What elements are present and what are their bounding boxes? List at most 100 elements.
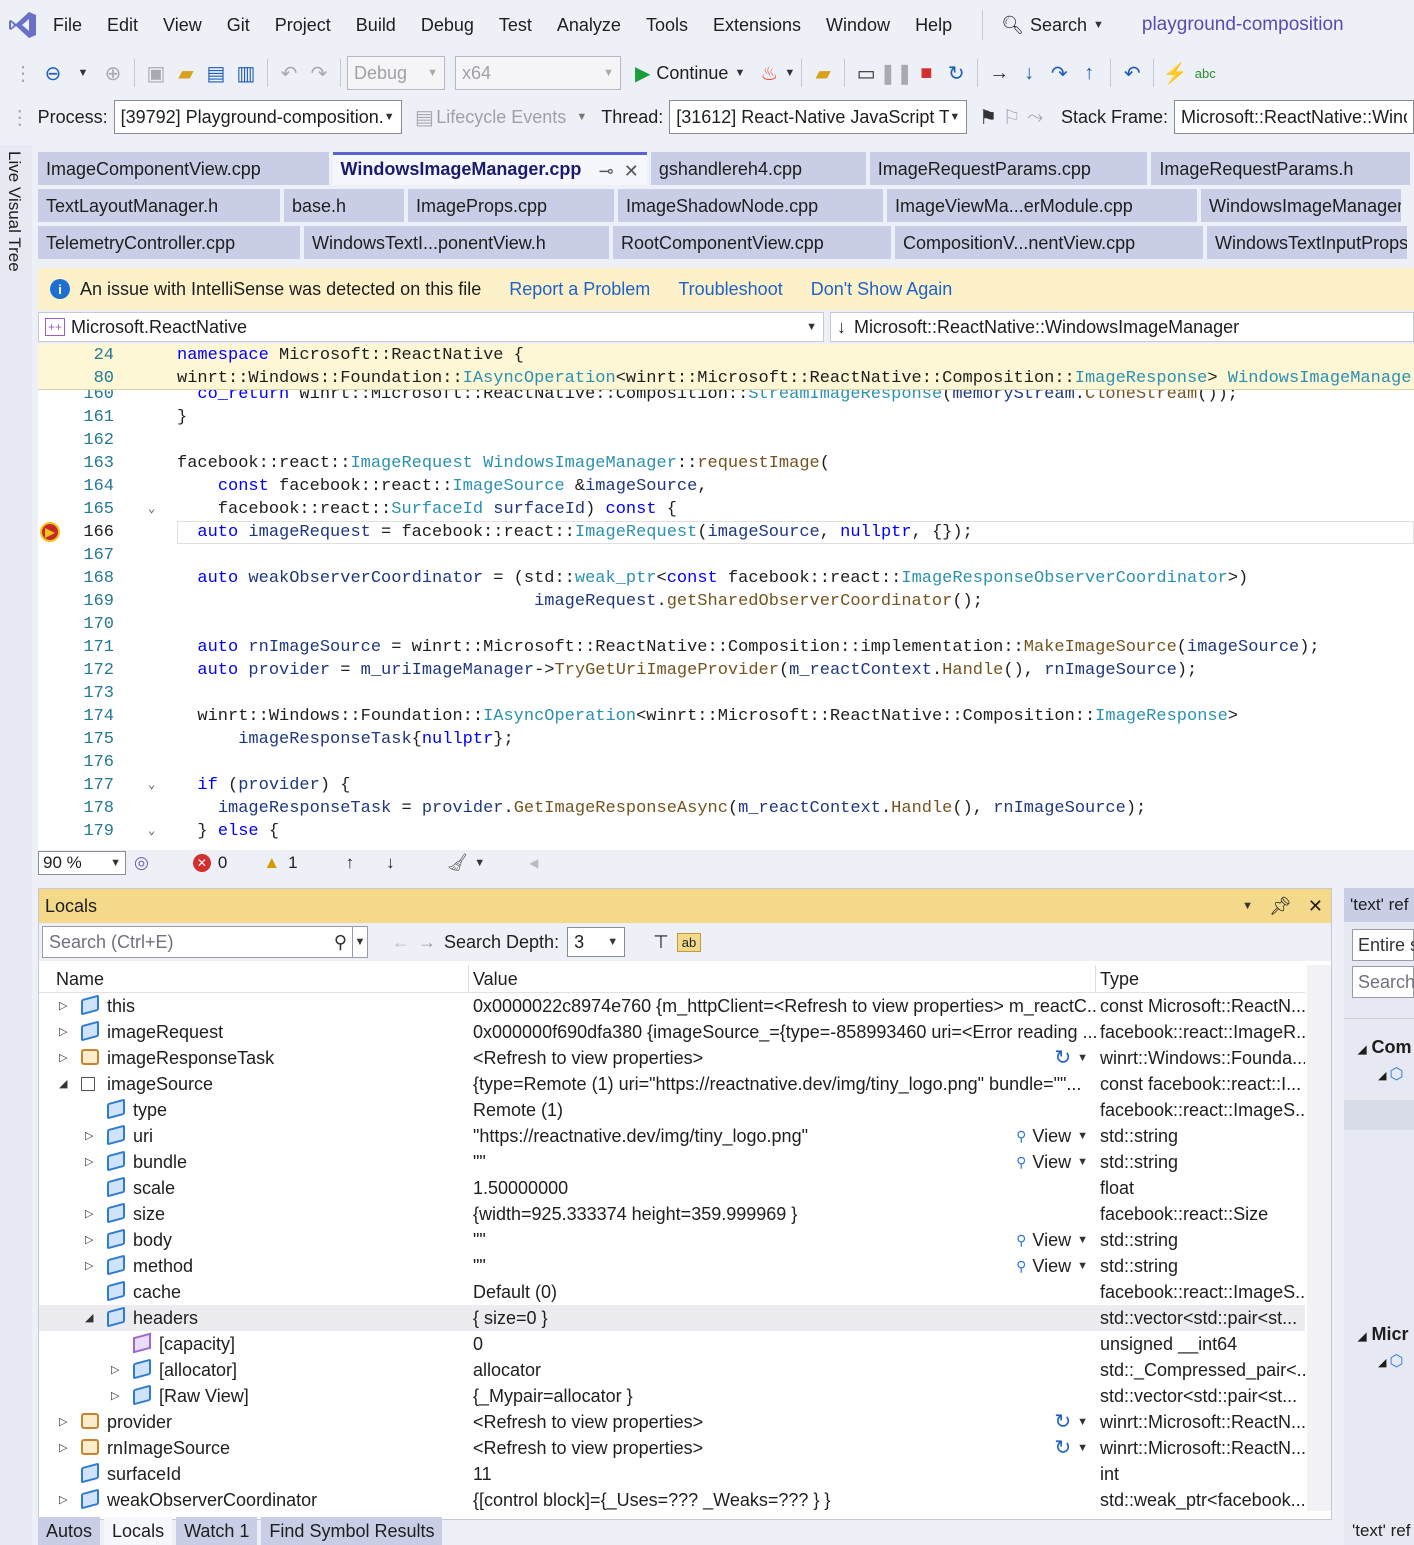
code-line[interactable]: 170 — [38, 613, 1414, 636]
locals-row[interactable]: ▷ imageRequest 0x000000f690dfa380 {imageSo… — [39, 1019, 1305, 1045]
menu-item-tools[interactable]: Tools — [639, 15, 706, 36]
menu-item-git[interactable]: Git — [220, 15, 268, 36]
sticky-line[interactable]: 24 namespace Microsoft::ReactNative { — [38, 344, 1414, 367]
spell-check-icon[interactable]: abc — [1191, 57, 1219, 89]
references-scope-select[interactable]: Entire s — [1352, 929, 1414, 961]
chevron-down-icon[interactable]: ▼ — [474, 857, 485, 869]
open-folder-icon[interactable]: ▰ — [172, 57, 200, 89]
redo-icon[interactable]: ↷ — [305, 57, 333, 89]
locals-row[interactable]: ▷ [Raw View] {_Mypair=allocator } std::vect… — [39, 1383, 1305, 1409]
continue-button[interactable]: ▶ Continue ▼ — [635, 61, 745, 86]
refresh-control[interactable]: ↻ ▼ — [1048, 1045, 1088, 1071]
view-visualizer-button[interactable]: View — [1032, 1253, 1071, 1279]
locals-value-cell[interactable]: 0x0000022c8974e760 {m_httpClient=<Refres… — [469, 993, 1096, 1019]
previous-issue-icon[interactable]: ↑ — [346, 853, 355, 873]
locals-row[interactable]: ▷ bundle "" ⚲ View ▼ std::string — [39, 1149, 1305, 1175]
code-line[interactable]: 171 auto rnImageSource = winrt::Microsof… — [38, 636, 1414, 659]
locals-row[interactable]: ▷ imageResponseTask <Refresh to view prope… — [39, 1045, 1305, 1071]
locals-row[interactable]: surfaceId 11 int — [39, 1461, 1305, 1487]
code-line[interactable]: 165 ⌄ facebook::react::SurfaceId surfaceI… — [38, 498, 1414, 521]
close-tab-icon[interactable]: ✕ — [624, 161, 639, 182]
code-line[interactable]: 174 winrt::Windows::Foundation::IAsyncOp… — [38, 705, 1414, 728]
expand-icon[interactable]: ▷ — [85, 1149, 93, 1175]
document-tab[interactable]: RootComponentView.cpp — [613, 226, 891, 259]
locals-row[interactable]: type Remote (1) facebook::react::ImageS... — [39, 1097, 1305, 1123]
expand-icon[interactable]: ▷ — [59, 1019, 67, 1045]
code-line[interactable]: 172 auto provider = m_uriImageManager->T… — [38, 659, 1414, 682]
code-line[interactable]: 177 ⌄ if (provider) { — [38, 774, 1414, 797]
flag-threads-icon[interactable]: ⚐ — [1001, 101, 1023, 133]
view-visualizer[interactable]: ⚲ View ▼ — [1010, 1227, 1088, 1253]
locals-value-cell[interactable]: Default (0) — [469, 1279, 1096, 1305]
zoom-select[interactable]: 90 % ▼ — [38, 851, 126, 875]
code-line[interactable]: 164 const facebook::react::ImageSource &… — [38, 475, 1414, 498]
step-over-icon[interactable]: ↷ — [1045, 57, 1073, 89]
dropdown-arrow-icon[interactable]: ▼ — [69, 57, 97, 89]
chevron-down-icon[interactable]: ▼ — [1077, 1123, 1088, 1149]
view-visualizer[interactable]: ⚲ View ▼ — [1010, 1123, 1088, 1149]
lifecycle-events-label[interactable]: Lifecycle Events — [436, 107, 566, 128]
troubleshoot-link[interactable]: Troubleshoot — [678, 279, 782, 300]
references-bottom-tab[interactable]: 'text' ref — [1352, 1521, 1410, 1541]
locals-value-cell[interactable]: <Refresh to view properties> ↻ ▼ — [469, 1409, 1096, 1435]
refresh-control[interactable]: ↻ ▼ — [1048, 1409, 1088, 1435]
locals-row[interactable]: ▷ uri "https://reactnative.dev/img/tiny_lo… — [39, 1123, 1305, 1149]
document-tab[interactable]: base.h — [284, 189, 404, 222]
step-out-icon[interactable]: ↑ — [1075, 57, 1103, 89]
stop-icon[interactable]: ■ — [912, 57, 940, 89]
references-item[interactable]: ◢ ⬡ — [1344, 1064, 1414, 1084]
menu-item-test[interactable]: Test — [492, 15, 550, 36]
refresh-control[interactable]: ↻ ▼ — [1048, 1435, 1088, 1461]
scroll-left-icon[interactable]: ◀ — [529, 856, 538, 870]
selected-reference-row[interactable] — [1344, 1100, 1414, 1130]
locals-row[interactable]: ▷ weakObserverCoordinator {[control block]… — [39, 1487, 1305, 1513]
refresh-icon[interactable]: ↻ — [1054, 1409, 1071, 1435]
references-group[interactable]: ◢ Micr — [1344, 1324, 1414, 1345]
references-title[interactable]: 'text' ref — [1344, 888, 1414, 922]
chevron-down-icon[interactable]: ▼ — [576, 111, 587, 123]
document-tab[interactable]: WindowsTextInputProps. — [1207, 226, 1407, 259]
close-icon[interactable]: ✕ — [1308, 896, 1323, 917]
step-into-icon[interactable]: ↓ — [1015, 57, 1043, 89]
expand-icon[interactable]: ▷ — [59, 1409, 67, 1435]
member-scope-select[interactable]: ↓ Microsoft::ReactNative::WindowsImageMa… — [830, 312, 1414, 342]
tool-tab-watch-1[interactable]: Watch 1 — [176, 1517, 258, 1545]
search-button[interactable]: 🔍︎ Search ▼ — [995, 15, 1122, 36]
pause-icon[interactable]: ❚❚ — [879, 57, 913, 89]
code-line[interactable]: 162 — [38, 429, 1414, 452]
chevron-down-icon[interactable]: ▼ — [1077, 1227, 1088, 1253]
document-tab[interactable]: ImageViewMa...erModule.cpp — [887, 189, 1197, 222]
references-search-input[interactable]: Search — [1352, 966, 1414, 998]
locals-row[interactable]: ▷ this 0x0000022c8974e760 {m_httpClient=<R… — [39, 993, 1305, 1019]
pin-view-icon[interactable]: ⊤ — [653, 932, 669, 953]
tool-tab-locals[interactable]: Locals — [104, 1517, 173, 1545]
tool-tab-find-symbol-results[interactable]: Find Symbol Results — [261, 1517, 443, 1545]
code-line[interactable]: 176 — [38, 751, 1414, 774]
expand-icon[interactable]: ▷ — [85, 1201, 93, 1227]
document-tab[interactable]: CompositionV...nentView.cpp — [895, 226, 1203, 259]
code-line[interactable]: 178 imageResponseTask = provider.GetImag… — [38, 797, 1414, 820]
fold-toggle-icon[interactable]: ⌄ — [148, 498, 155, 521]
locals-value-cell[interactable]: "" ⚲ View ▼ — [469, 1227, 1096, 1253]
code-line[interactable]: 168 auto weakObserverCoordinator = (std:… — [38, 567, 1414, 590]
process-select[interactable]: [39792] Playground-composition. ▼ — [113, 100, 402, 134]
document-tab[interactable]: WindowsImageManager. — [1201, 189, 1401, 222]
chevron-down-icon[interactable]: ▼ — [1077, 1253, 1088, 1279]
locals-value-cell[interactable]: {[control block]={_Uses=??? _Weaks=??? }… — [469, 1487, 1096, 1513]
document-tab[interactable]: ImageProps.cpp — [408, 189, 614, 222]
menu-item-build[interactable]: Build — [349, 15, 414, 36]
view-visualizer-button[interactable]: View — [1032, 1123, 1071, 1149]
search-options-icon[interactable]: ▼ — [352, 926, 368, 958]
live-visual-tree-tab[interactable]: Live Visual Tree — [0, 145, 32, 1545]
hot-reload-icon[interactable]: ♨ — [755, 57, 783, 89]
code-line[interactable]: 167 — [38, 544, 1414, 567]
undo-icon[interactable]: ↶ — [275, 57, 303, 89]
restart-icon[interactable]: ↻ — [942, 57, 970, 89]
configuration-select[interactable]: Debug ▼ — [347, 56, 445, 90]
locals-value-cell[interactable]: <Refresh to view properties> ↻ ▼ — [469, 1045, 1096, 1071]
collapse-icon[interactable]: ◢ — [85, 1305, 93, 1331]
menu-item-file[interactable]: File — [46, 15, 100, 36]
thread-select[interactable]: [31612] React-Native JavaScript Th ▼ — [669, 100, 968, 134]
type-column-header[interactable]: Type — [1096, 965, 1305, 992]
view-visualizer-button[interactable]: View — [1032, 1149, 1071, 1175]
